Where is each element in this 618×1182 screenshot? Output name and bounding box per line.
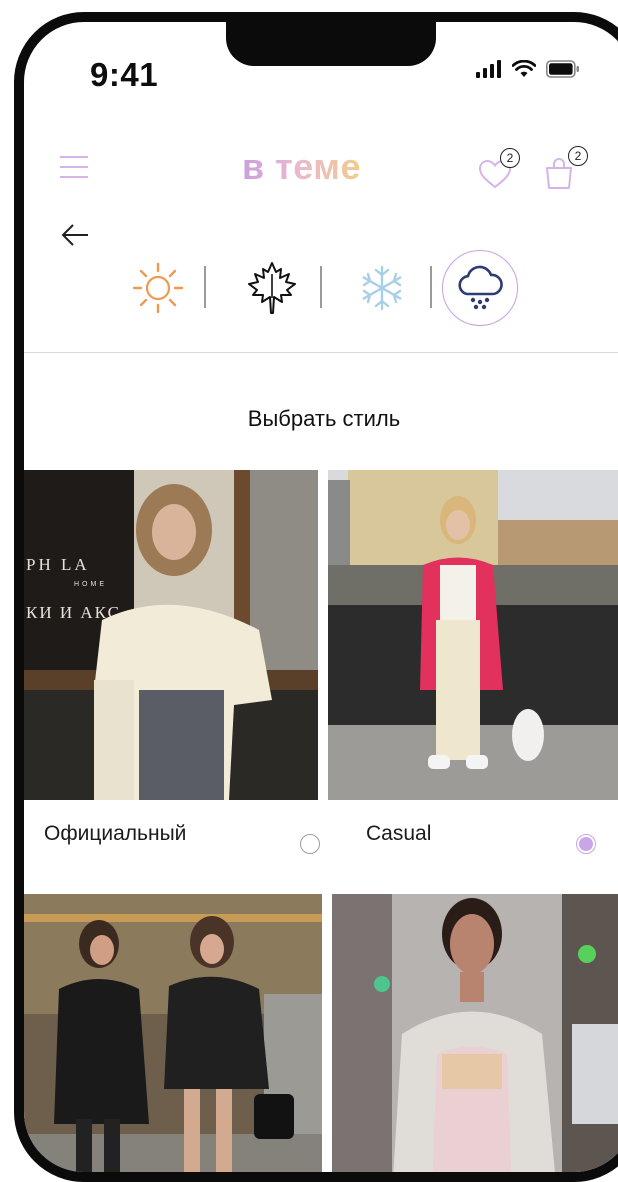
cart-count-badge: 2 — [568, 146, 588, 166]
style-photo-street[interactable] — [24, 894, 322, 1172]
style-label-official: Официальный — [44, 822, 187, 845]
status-icons — [476, 60, 580, 78]
favorites-count-badge: 2 — [500, 148, 520, 168]
back-arrow-icon[interactable] — [60, 222, 90, 248]
season-divider — [430, 266, 432, 308]
app-logo: в теме — [242, 146, 361, 187]
style-radio-casual-selected[interactable] — [576, 834, 596, 854]
rain-cloud-icon — [458, 265, 503, 310]
season-rain-selected[interactable] — [442, 250, 518, 326]
street-style-photo — [24, 894, 322, 1172]
season-divider — [204, 266, 206, 308]
season-autumn[interactable] — [234, 250, 310, 326]
maple-leaf-icon — [248, 262, 296, 314]
romantic-style-photo — [332, 894, 618, 1172]
season-selector — [24, 250, 618, 330]
svg-text:HOME: HOME — [74, 581, 107, 588]
menu-icon[interactable] — [58, 154, 90, 180]
wifi-icon — [512, 60, 536, 77]
casual-style-photo — [328, 470, 618, 800]
official-style-photo: PH LA HOME КИ И АКС — [24, 470, 318, 800]
phone-frame: 9:41 в теме 2 2 Выбрать стиль PH LA HOME… — [14, 12, 618, 1182]
header-divider — [24, 352, 618, 353]
style-label-casual: Casual — [366, 822, 432, 845]
cart-button[interactable]: 2 — [544, 146, 588, 192]
svg-text:PH LA: PH LA — [26, 555, 90, 574]
status-time: 9:41 — [90, 56, 159, 93]
section-title: Выбрать стиль — [247, 406, 401, 431]
sun-icon — [132, 262, 184, 314]
favorites-button[interactable]: 2 — [478, 148, 522, 192]
style-photo-romantic[interactable] — [332, 894, 618, 1172]
season-divider — [320, 266, 322, 308]
style-photo-official[interactable]: PH LA HOME КИ И АКС — [24, 470, 318, 800]
snowflake-icon — [362, 265, 402, 311]
season-summer[interactable] — [120, 250, 196, 326]
app-header: в теме 2 2 — [24, 132, 618, 212]
style-photo-casual[interactable] — [328, 470, 618, 800]
battery-icon — [546, 60, 579, 78]
signal-icon — [476, 60, 501, 78]
style-radio-official[interactable] — [300, 834, 320, 854]
notch — [226, 22, 436, 66]
season-winter[interactable] — [344, 250, 420, 326]
